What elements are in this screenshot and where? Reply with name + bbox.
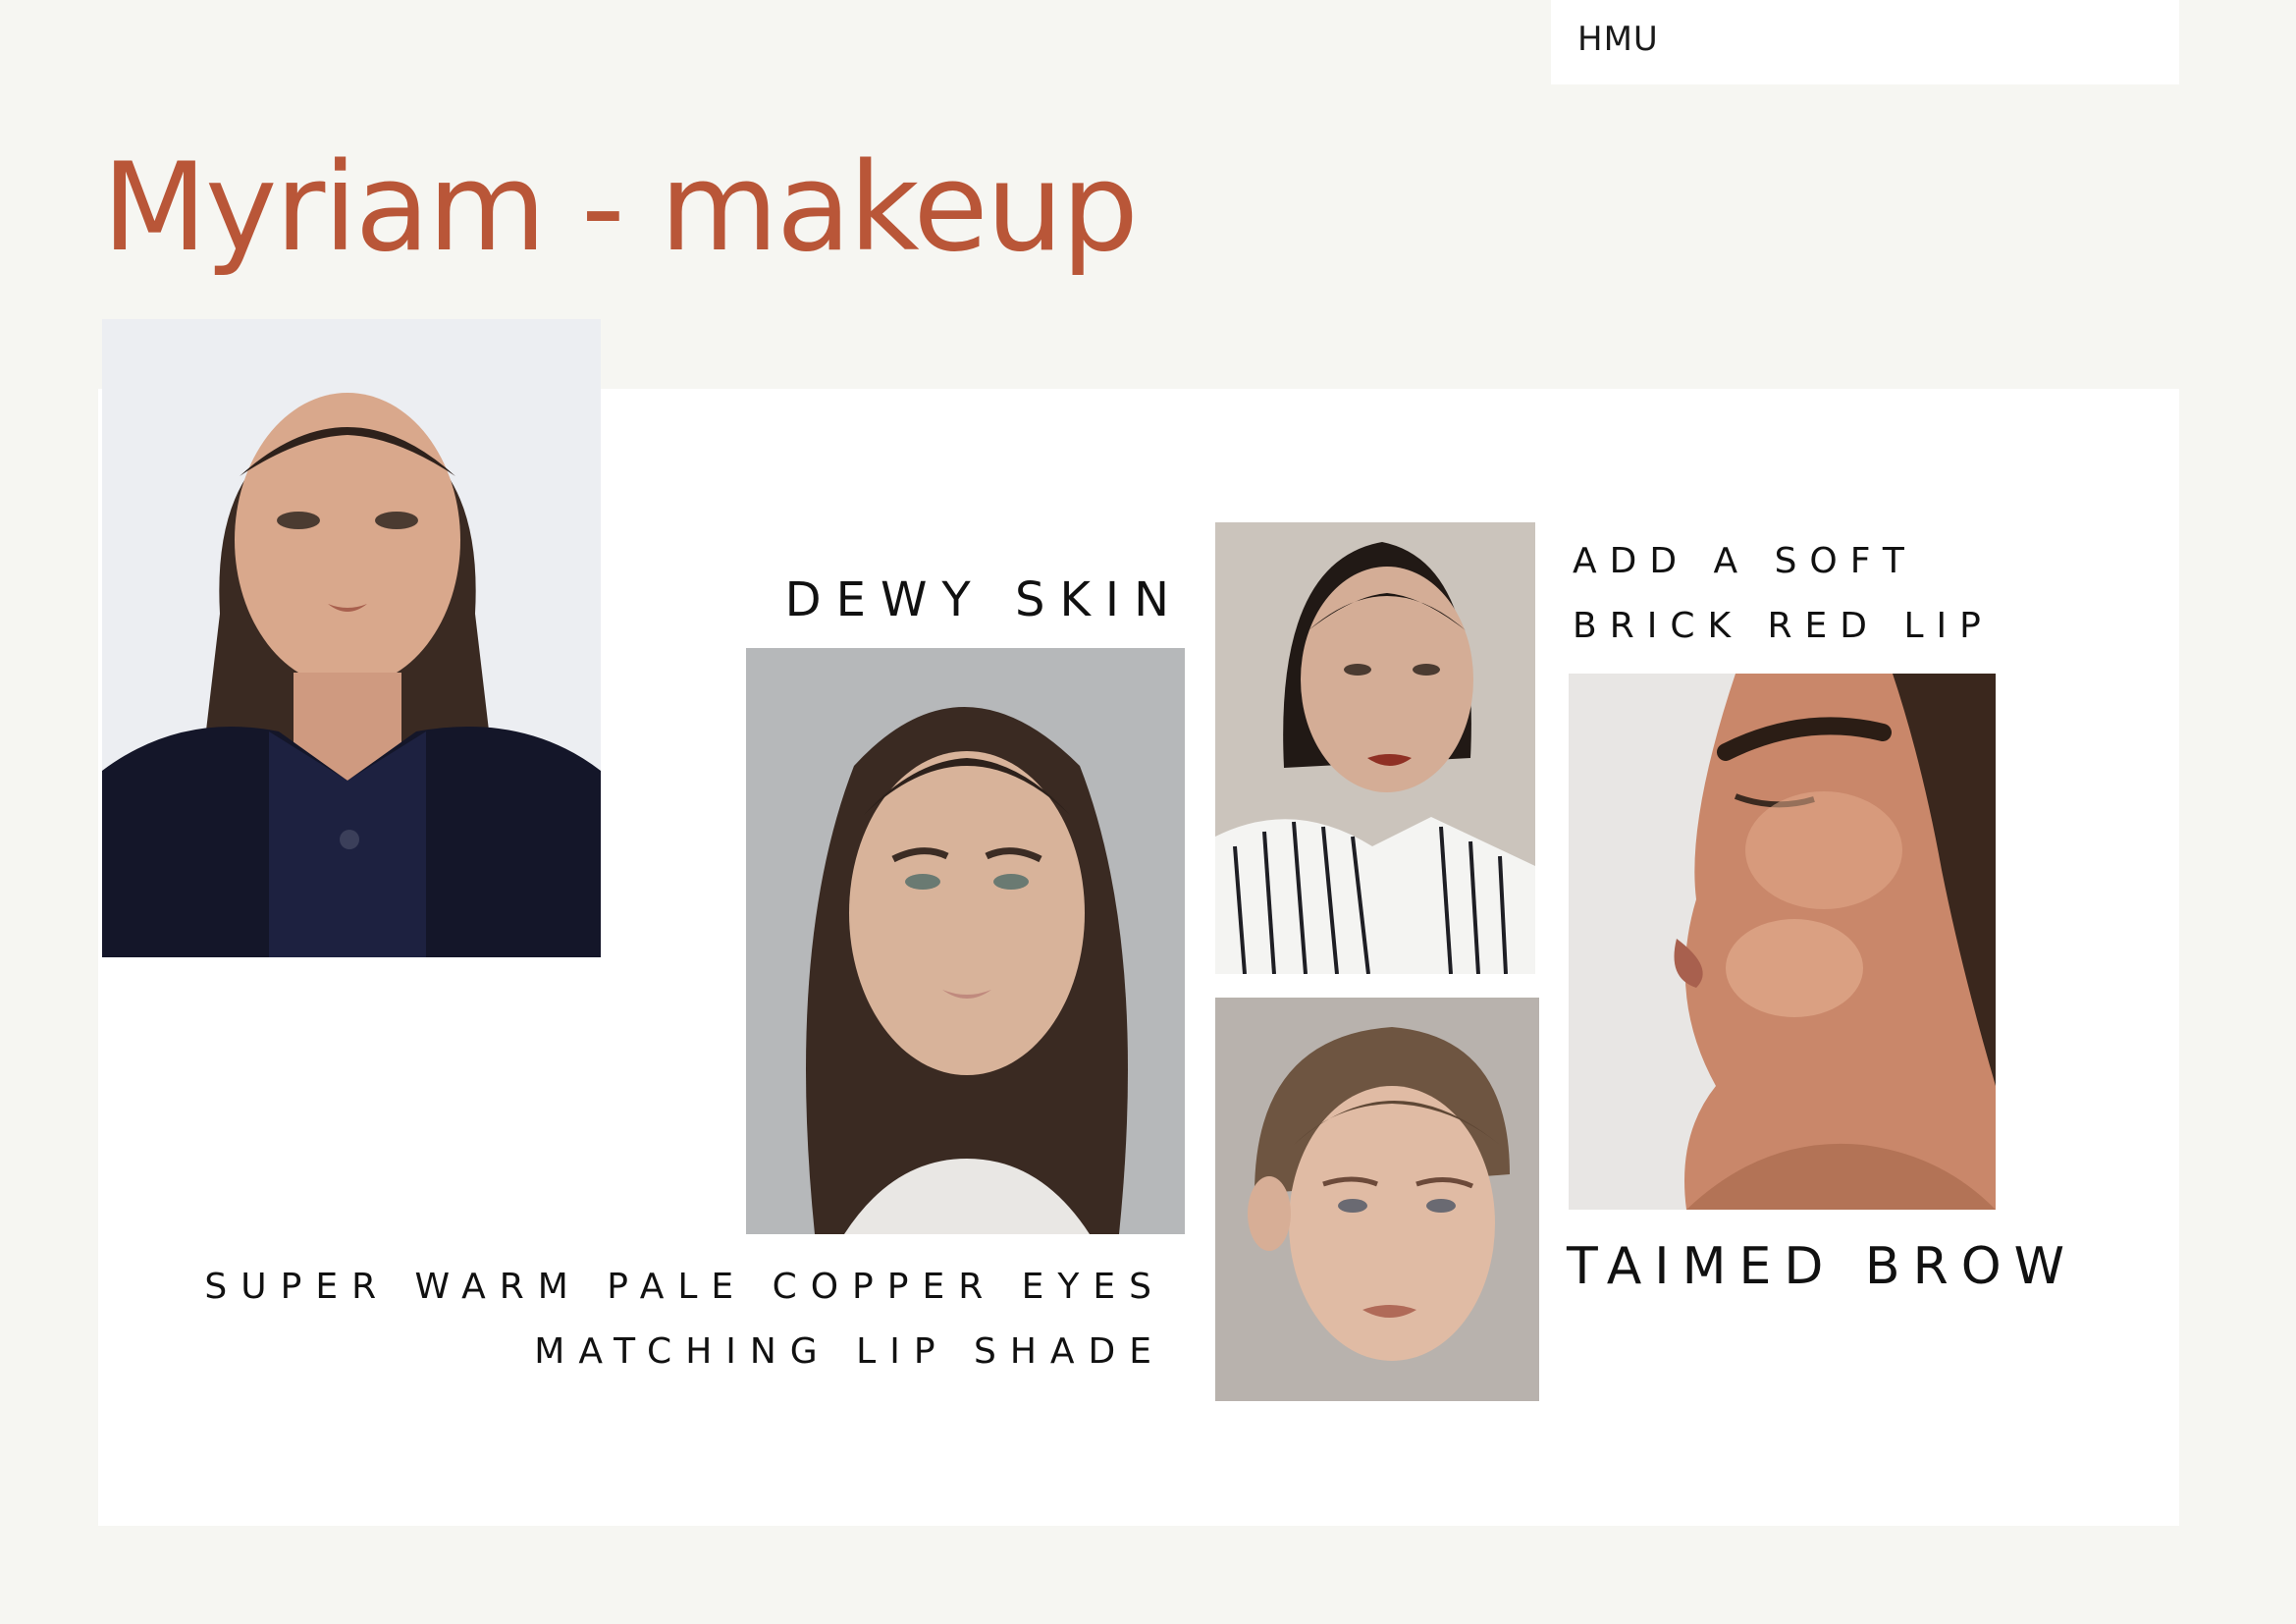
hmu-tag-label: HMU [1577,20,1659,59]
model-portrait-photo [102,319,601,957]
page-title: Myriam - makeup [102,137,1139,279]
tamed-brow-photo [1569,674,1996,1210]
copper-eyes-photo [1215,998,1539,1401]
caption-tamed-brow: TAIMED BROW [1567,1237,2078,1296]
caption-soft-lip-line2: BRICK RED LIP [1573,606,1994,646]
caption-dewy-skin: DEWY SKIN [784,572,1184,627]
caption-copper-eyes-line1: SUPER WARM PALE COPPER EYES [204,1267,1165,1307]
caption-copper-eyes-line2: MATCHING LIP SHADE [534,1331,1165,1372]
dewy-skin-photo [746,648,1185,1234]
caption-soft-lip-line1: ADD A SOFT [1573,541,1917,581]
brick-red-lip-photo [1215,522,1535,974]
